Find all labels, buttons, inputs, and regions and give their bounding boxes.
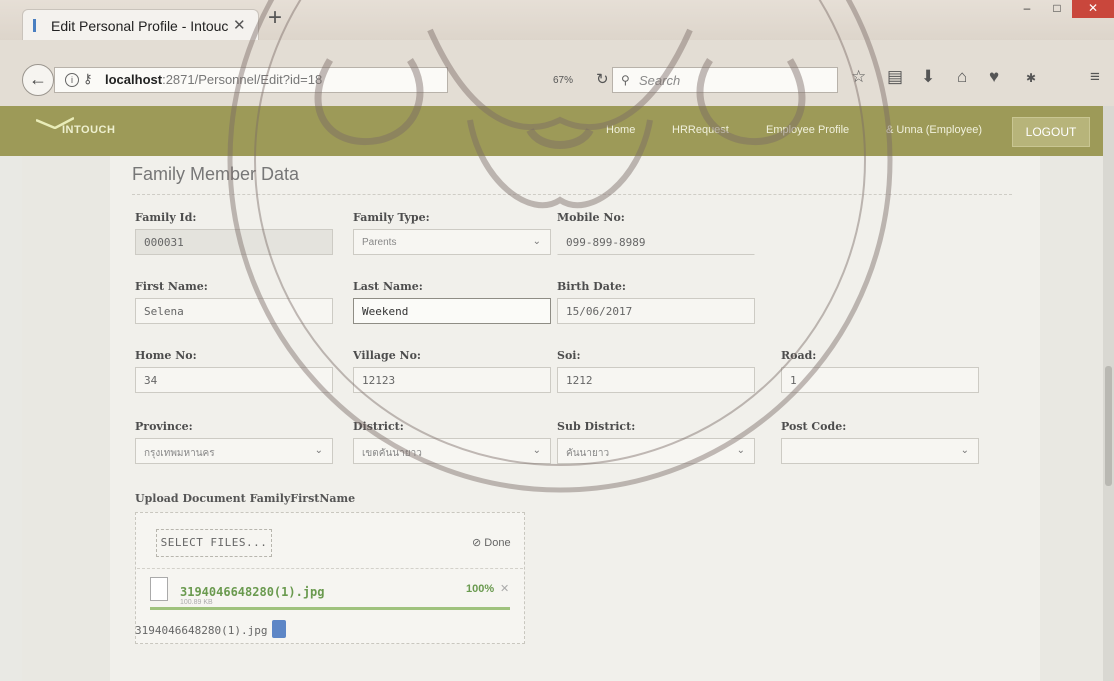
page-favicon-icon: [33, 19, 45, 32]
soi-field[interactable]: 1212: [557, 367, 755, 393]
page-scrollbar[interactable]: [1103, 106, 1114, 681]
upload-divider: [137, 568, 523, 569]
url-text: localhost:2871/Personnel/Edit?id=18: [105, 72, 322, 87]
nav-employee-profile[interactable]: Employee Profile: [766, 124, 849, 136]
maximize-icon[interactable]: □: [1042, 0, 1072, 18]
district-label: District:: [353, 420, 404, 433]
family-id-field: 000031: [135, 229, 333, 255]
reading-list-icon[interactable]: ▤: [887, 67, 903, 87]
upload-status-text: Done: [484, 537, 511, 549]
sub-district-value: คันนายาว: [566, 448, 610, 459]
logout-button[interactable]: LOGOUT: [1012, 117, 1090, 147]
window-close-icon[interactable]: ✕: [1072, 0, 1114, 18]
bookmark-star-icon[interactable]: ☆: [851, 67, 866, 87]
pocket-icon[interactable]: ♥: [989, 67, 999, 87]
reload-icon[interactable]: ↻: [596, 70, 609, 88]
zoom-level[interactable]: 67%: [553, 75, 573, 86]
family-type-label: Family Type:: [353, 211, 430, 224]
nav-home[interactable]: Home: [606, 124, 635, 136]
home-no-label: Home No:: [135, 349, 197, 362]
scrollbar-thumb[interactable]: [1105, 366, 1112, 486]
minimize-icon[interactable]: –: [1012, 0, 1042, 18]
select-files-button[interactable]: SELECT FILES...: [156, 529, 272, 557]
url-bar[interactable]: i ⚷ localhost:2871/Personnel/Edit?id=18: [54, 67, 448, 93]
first-name-field[interactable]: Selena: [135, 298, 333, 324]
district-value: เขตคันนายาว: [362, 448, 422, 459]
saved-document-name[interactable]: 3194046648280(1).jpg: [135, 624, 267, 637]
sub-district-select[interactable]: คันนายาว ⌄: [557, 438, 755, 464]
upload-progress-fill: [150, 607, 510, 610]
soi-label: Soi:: [557, 349, 581, 362]
family-type-value: Parents: [362, 237, 397, 248]
uploaded-file-name: 3194046648280(1).jpg: [180, 585, 325, 599]
home-no-field[interactable]: 34: [135, 367, 333, 393]
url-host: localhost: [105, 72, 163, 87]
family-id-label: Family Id:: [135, 211, 197, 224]
app-header: INTOUCH Home HRRequest Employee Profile …: [0, 106, 1103, 156]
district-select[interactable]: เขตคันนายาว ⌄: [353, 438, 551, 464]
browser-search-input[interactable]: ⚲ Search: [612, 67, 838, 93]
key-icon[interactable]: ⚷: [83, 71, 93, 87]
window-controls: – □ ✕: [1012, 0, 1114, 20]
info-icon[interactable]: i: [65, 73, 79, 87]
chevron-down-icon: ⌄: [532, 445, 541, 456]
last-name-field[interactable]: Weekend: [353, 298, 551, 324]
post-code-select[interactable]: ⌄: [781, 438, 979, 464]
search-placeholder: Search: [639, 73, 681, 88]
image-file-icon: [150, 577, 168, 601]
upload-title: Upload Document FamilyFirstName: [135, 492, 356, 505]
upload-progress-bar: [150, 607, 510, 610]
province-value: กรุงเทพมหานคร: [144, 448, 215, 459]
chevron-down-icon: ⌄: [736, 445, 745, 456]
menu-icon[interactable]: ≡: [1090, 67, 1100, 87]
sub-district-label: Sub District:: [557, 420, 636, 433]
home-icon[interactable]: ⌂: [957, 67, 967, 87]
last-name-label: Last Name:: [353, 280, 423, 293]
birth-date-field[interactable]: 15/06/2017: [557, 298, 755, 324]
document-icon[interactable]: [272, 620, 286, 638]
road-label: Road:: [781, 349, 817, 362]
nav-user-account[interactable]: & Unna (Employee): [886, 124, 982, 136]
back-arrow-icon[interactable]: ←: [22, 64, 54, 96]
first-name-label: First Name:: [135, 280, 208, 293]
village-no-label: Village No:: [353, 349, 421, 362]
section-title: Family Member Data: [132, 164, 300, 184]
new-tab-button[interactable]: +: [268, 6, 282, 30]
download-icon[interactable]: ⬇: [921, 67, 935, 87]
province-select[interactable]: กรุงเทพมหานคร ⌄: [135, 438, 333, 464]
village-no-field[interactable]: 12123: [353, 367, 551, 393]
tab-title: Edit Personal Profile - Intouc: [51, 18, 229, 34]
browser-tab[interactable]: Edit Personal Profile - Intouc ✕: [22, 9, 259, 41]
check-circle-icon: ⊘: [472, 537, 482, 549]
birth-date-label: Birth Date:: [557, 280, 626, 293]
chevron-down-icon: ⌄: [532, 236, 541, 247]
road-field[interactable]: 1: [781, 367, 979, 393]
post-code-label: Post Code:: [781, 420, 847, 433]
family-member-card: Family Member Data Family Id: 000031 Fam…: [110, 156, 1040, 681]
title-divider: [132, 194, 1012, 195]
nav-hr-request[interactable]: HRRequest: [672, 124, 729, 136]
mobile-no-field[interactable]: 099-899-8989: [557, 229, 755, 255]
close-tab-icon[interactable]: ✕: [233, 16, 246, 34]
browser-tab-strip: Edit Personal Profile - Intouc ✕ + – □ ✕: [0, 0, 1114, 41]
mobile-no-label: Mobile No:: [557, 211, 625, 224]
uploaded-file-size: 100.89 KB: [180, 599, 213, 606]
chevron-down-icon: ⌄: [960, 445, 969, 456]
search-icon: ⚲: [621, 73, 630, 87]
family-type-select[interactable]: Parents ⌄: [353, 229, 551, 255]
page-content: Family Member Data Family Id: 000031 Fam…: [22, 156, 1103, 681]
upload-status: ⊘ Done: [472, 536, 511, 549]
upload-percent: 100%: [466, 583, 495, 595]
app-logo[interactable]: INTOUCH: [62, 124, 115, 136]
url-path: :2871/Personnel/Edit?id=18: [162, 72, 323, 87]
remove-file-icon[interactable]: ✕: [500, 582, 509, 595]
chevron-down-icon: ⌄: [314, 445, 323, 456]
extension-icon[interactable]: ✱: [1026, 71, 1036, 85]
province-label: Province:: [135, 420, 193, 433]
